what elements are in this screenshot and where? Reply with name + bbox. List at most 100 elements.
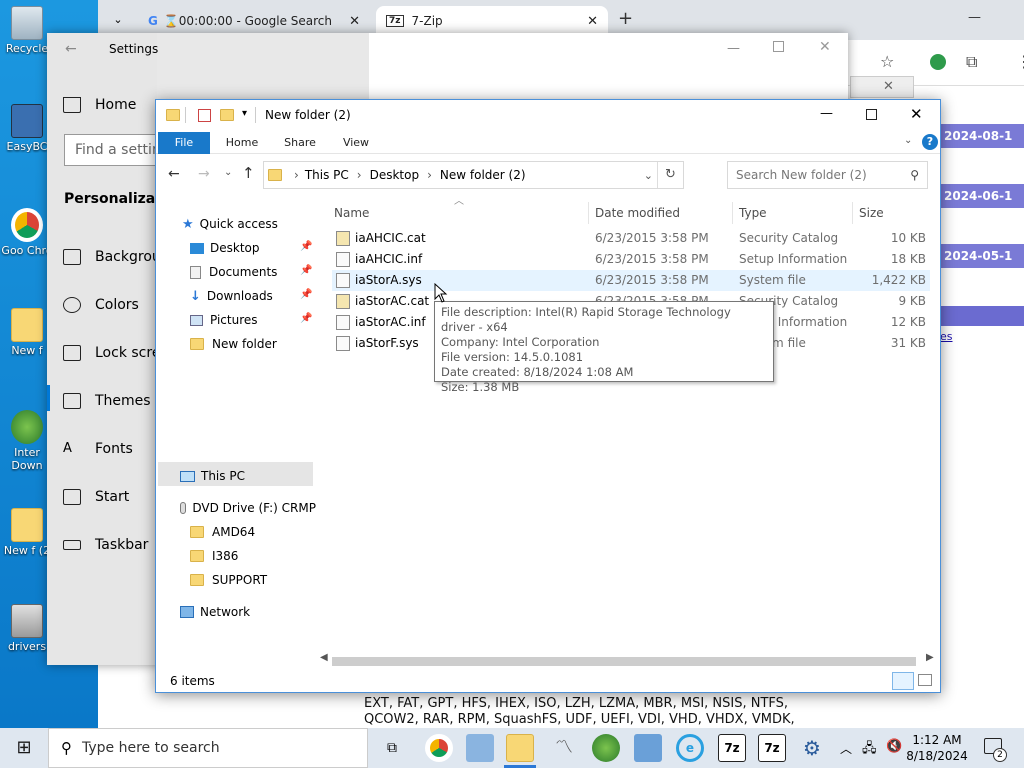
refresh-icon[interactable]: ↻ [657,162,683,188]
breadcrumb-chevron-icon[interactable]: › [357,168,362,182]
recent-locations-icon[interactable]: ⌄ [224,167,232,178]
settings-item-themes[interactable]: Themes [63,393,151,409]
puzzle-icon[interactable]: ⧉ [966,52,977,72]
nav-desktop[interactable]: Desktop [190,237,260,259]
nav-this-pc[interactable]: This PC [180,465,245,487]
show-hidden-icons-icon[interactable]: ︿ [840,740,852,757]
properties-icon[interactable] [198,109,211,122]
search-box[interactable]: Search New folder (2) ⚲ [727,161,928,189]
tab-share[interactable]: Share [278,132,322,154]
desktop-icon-recycle-bin[interactable]: Recycle [0,6,54,55]
volume-muted-icon[interactable]: 🔇 [886,739,902,754]
file-row[interactable]: iaAHCIC.cat 6/23/2015 3:58 PM Security C… [332,228,930,249]
maximize-icon[interactable] [866,109,877,120]
setup-app-icon[interactable] [634,734,662,762]
nav-amd64[interactable]: AMD64 [190,521,255,543]
nav-network[interactable]: Network [180,601,250,623]
scroll-right-icon[interactable]: ▶ [926,652,934,663]
forward-arrow-icon[interactable]: → [198,166,210,182]
page-link[interactable]: es [940,330,953,343]
desktop-icon-internet-download[interactable]: Inter Down [0,410,54,472]
column-size[interactable]: Size [859,206,884,220]
breadcrumb-chevron-icon[interactable]: › [294,168,299,182]
clock[interactable]: 1:12 AM 8/18/2024 [906,732,968,764]
edge-icon[interactable]: e [676,734,704,762]
scrollbar-thumb[interactable] [332,657,916,666]
desktop-icon-new-folder[interactable]: New f [0,308,54,357]
up-arrow-icon[interactable]: ↑ [242,164,255,182]
breadcrumb-desktop[interactable]: Desktop [370,168,420,182]
expand-ribbon-icon[interactable]: ⌄ [904,135,912,146]
desktop-icon-drivers[interactable]: drivers [0,604,54,653]
close-icon[interactable]: ✕ [910,105,923,123]
nav-documents[interactable]: Documents [190,261,277,283]
tab-view[interactable]: View [334,132,378,154]
file-explorer-taskbar-icon[interactable] [506,734,534,762]
tab-file[interactable]: File [158,132,210,154]
large-icons-view-icon[interactable] [918,674,932,686]
address-dropdown-icon[interactable]: ⌄ [644,169,653,182]
maximize-icon[interactable] [773,41,784,52]
tab-home[interactable]: Home [220,132,264,154]
extension-icon[interactable] [930,54,946,70]
bookmark-star-icon[interactable]: ☆ [880,52,894,71]
breadcrumb-chevron-icon[interactable]: › [427,168,432,182]
nav-new-folder[interactable]: New folder [190,333,277,355]
details-view-icon[interactable] [892,672,914,690]
address-bar[interactable]: › This PC › Desktop › New folder (2) ⌄ ↻ [263,161,684,189]
nav-i386[interactable]: I386 [190,545,238,567]
column-divider[interactable] [732,202,733,224]
chrome-taskbar-icon[interactable] [425,734,453,762]
taskbar-search-box[interactable]: ⚲ Type here to search [48,728,368,768]
tab-list-chevron-icon[interactable]: ⌄ [106,8,130,32]
breadcrumb-current-folder[interactable]: New folder (2) [440,168,526,182]
breadcrumb-this-pc[interactable]: This PC [305,168,349,182]
desktop-icon-easybcd[interactable]: EasyBC [0,104,54,153]
settings-item-colors[interactable]: Colors [63,297,139,313]
nav-support[interactable]: SUPPORT [190,569,267,591]
minimize-icon[interactable]: — [820,106,833,121]
nav-quick-access[interactable]: ★ Quick access [182,213,278,235]
close-icon[interactable]: ✕ [883,79,894,94]
back-arrow-icon[interactable]: ← [168,166,180,182]
7zip-taskbar-icon[interactable]: 7z [718,734,746,762]
file-row[interactable]: iaStorA.sys 6/23/2015 3:58 PM System fil… [332,270,930,291]
close-icon[interactable]: ✕ [587,14,598,29]
back-arrow-icon[interactable]: ← [65,41,77,57]
new-tab-icon[interactable]: + [618,8,633,29]
settings-item-fonts[interactable]: A Fonts [63,441,133,457]
network-app-icon[interactable] [466,734,494,762]
network-status-icon[interactable]: 🖧 [862,739,877,761]
desktop-icon-chrome[interactable]: Goo Chro [0,208,54,257]
horizontal-scrollbar[interactable]: ◀ ▶ [320,652,940,668]
column-type[interactable]: Type [739,206,767,220]
nav-downloads[interactable]: ↓ Downloads [190,285,273,307]
7zip-taskbar-icon-2[interactable]: 7z [758,734,786,762]
tab-7zip[interactable]: 7z 7-Zip ✕ [376,6,608,36]
desktop-icon-new-folder-2[interactable]: New f (2 [0,508,54,557]
app-icon[interactable]: 〽 [550,734,578,762]
idm-taskbar-icon[interactable] [592,734,620,762]
close-icon[interactable]: ✕ [819,39,831,55]
start-windows-icon[interactable]: ⊞ [0,728,48,768]
column-divider[interactable] [588,202,589,224]
close-icon[interactable]: ✕ [349,14,360,29]
column-date-modified[interactable]: Date modified [595,206,680,220]
tab-google-search[interactable]: G ⌛00:00:00 - Google Search ✕ [138,6,370,36]
new-folder-icon[interactable] [220,109,234,121]
nav-dvd-drive[interactable]: DVD Drive (F:) CRMP [180,497,316,519]
task-view-icon[interactable]: ⧉ [378,734,406,762]
settings-item-start[interactable]: Start [63,489,129,505]
column-divider[interactable] [852,202,853,224]
settings-gear-icon[interactable]: ⚙ [798,734,826,762]
menu-icon[interactable]: ⋮ [1016,52,1024,71]
nav-pictures[interactable]: Pictures [190,309,258,331]
settings-home[interactable]: Home [63,97,136,113]
settings-item-taskbar[interactable]: Taskbar [63,537,148,553]
column-name[interactable]: Name [334,206,369,220]
scroll-left-icon[interactable]: ◀ [320,652,328,663]
file-row[interactable]: iaAHCIC.inf 6/23/2015 3:58 PM Setup Info… [332,249,930,270]
help-icon[interactable]: ? [922,134,938,150]
customize-quick-access-icon[interactable]: ▾ [242,108,247,119]
minimize-icon[interactable]: — [727,41,740,56]
